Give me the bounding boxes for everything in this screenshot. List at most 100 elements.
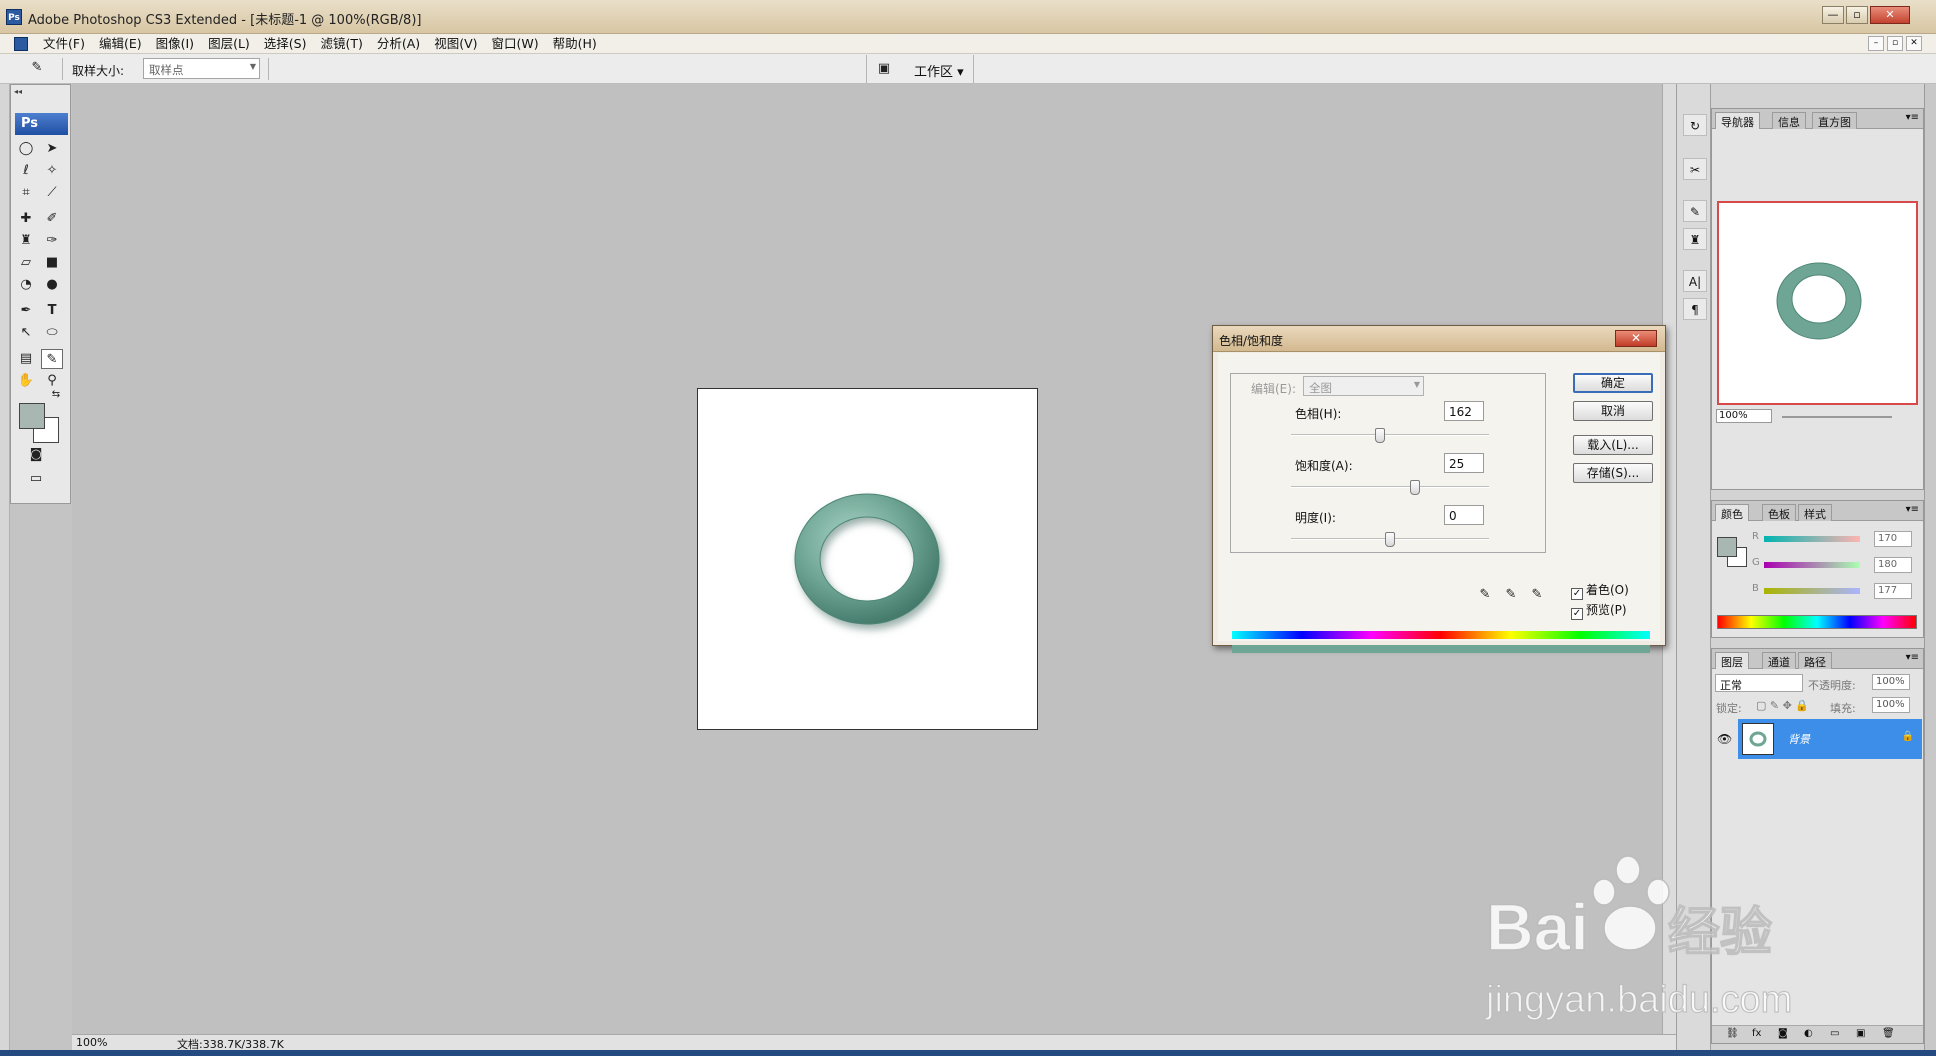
zoom-level[interactable]: 100%	[76, 1036, 107, 1049]
visibility-eye-icon[interactable]: 👁	[1717, 732, 1732, 746]
hue-input[interactable]: 162	[1444, 401, 1484, 421]
path-selection-tool-icon[interactable]: ↖	[15, 323, 37, 343]
bridge-icon[interactable]: ▣	[873, 59, 895, 79]
collapse-icon[interactable]: ◂◂	[14, 87, 22, 96]
lightness-slider-thumb[interactable]	[1385, 532, 1395, 547]
menu-window[interactable]: 窗口(W)	[485, 36, 546, 52]
fill-input[interactable]: 100%	[1872, 697, 1910, 713]
doc-close-button[interactable]: ✕	[1906, 36, 1922, 51]
tab-swatches[interactable]: 色板	[1762, 504, 1796, 521]
slice-tool-icon[interactable]: ⟋	[41, 183, 63, 203]
panel-menu-icon[interactable]: ▾≡	[1906, 504, 1919, 515]
menu-analysis[interactable]: 分析(A)	[370, 36, 427, 52]
workspace-menu[interactable]: 工作区 ▾	[914, 61, 964, 80]
move-tool-icon[interactable]: ➤	[41, 139, 63, 159]
dialog-title-bar[interactable]: 色相/饱和度 ✕	[1213, 326, 1665, 352]
tab-layers[interactable]: 图层	[1715, 652, 1749, 669]
tab-paths[interactable]: 路径	[1798, 652, 1832, 669]
saturation-input[interactable]: 25	[1444, 453, 1484, 473]
minimize-button[interactable]: —	[1822, 6, 1844, 24]
hue-slider-track[interactable]	[1291, 434, 1489, 436]
menu-help[interactable]: 帮助(H)	[546, 36, 604, 52]
history-icon[interactable]: ↻	[1683, 114, 1707, 136]
hue-slider-thumb[interactable]	[1375, 428, 1386, 443]
clone-stamp-tool-icon[interactable]: ♜	[15, 231, 37, 251]
close-button[interactable]: ✕	[1870, 6, 1910, 24]
marquee-tool-icon[interactable]: ◯	[15, 139, 37, 159]
saturation-slider-track[interactable]	[1291, 486, 1489, 488]
brush-tool-icon[interactable]: ✐	[41, 209, 63, 229]
eyedropper-plus-icon[interactable]: ✎	[1500, 585, 1522, 605]
channel-b-slider[interactable]	[1764, 588, 1860, 594]
menu-file[interactable]: 文件(F)	[36, 36, 92, 52]
lock-icons[interactable]: ▢ ✎ ✥ 🔒	[1756, 699, 1809, 712]
layer-row-background[interactable]: 背景 🔒	[1738, 719, 1922, 759]
color-foreground-swatch[interactable]	[1717, 537, 1737, 557]
eyedropper-icon[interactable]: ✎	[1474, 585, 1496, 605]
doc-restore-button[interactable]: ▫	[1887, 36, 1903, 51]
channel-b-input[interactable]: 177	[1874, 583, 1912, 599]
dialog-close-button[interactable]: ✕	[1615, 330, 1657, 347]
tab-navigator[interactable]: 导航器	[1715, 112, 1760, 129]
blend-mode-select[interactable]: 正常	[1715, 674, 1803, 692]
notes-tool-icon[interactable]: ▤	[15, 349, 37, 369]
panel-menu-icon[interactable]: ▾≡	[1906, 652, 1919, 663]
doc-minimize-button[interactable]: –	[1868, 36, 1884, 51]
menu-filter[interactable]: 滤镜(T)	[313, 36, 369, 52]
cancel-button[interactable]: 取消	[1573, 401, 1653, 421]
eyedropper-tool-icon[interactable]: ✎	[41, 349, 63, 369]
maximize-button[interactable]: ▫	[1846, 6, 1868, 24]
tab-channels[interactable]: 通道	[1762, 652, 1796, 669]
color-spectrum[interactable]	[1717, 615, 1917, 629]
type-tool-icon[interactable]: T	[41, 301, 63, 321]
navigator-zoom-input[interactable]: 100%	[1716, 409, 1772, 423]
sample-size-select[interactable]: 取样点 ▼	[143, 58, 260, 79]
crop-tool-icon[interactable]: ⌗	[15, 183, 37, 203]
panel-menu-icon[interactable]: ▾≡	[1906, 112, 1919, 123]
eraser-tool-icon[interactable]: ▱	[15, 253, 37, 273]
navigator-zoom-slider[interactable]	[1782, 416, 1892, 418]
swap-colors-icon[interactable]: ⇆	[45, 385, 67, 405]
shape-tool-icon[interactable]: ⬭	[41, 323, 63, 343]
channel-r-slider[interactable]	[1764, 536, 1860, 542]
gradient-tool-icon[interactable]: ■	[41, 253, 63, 273]
healing-brush-tool-icon[interactable]: ✚	[15, 209, 37, 229]
dodge-tool-icon[interactable]: ●	[41, 275, 63, 295]
pen-tool-icon[interactable]: ✒	[15, 301, 37, 321]
foreground-color-swatch[interactable]	[19, 403, 45, 429]
preview-checkbox[interactable]: ✓ 预览(P)	[1571, 601, 1627, 620]
eyedropper-preset-icon[interactable]: ✎	[26, 58, 48, 78]
paragraph-icon[interactable]: ¶	[1683, 298, 1707, 320]
channel-g-input[interactable]: 180	[1874, 557, 1912, 573]
load-button[interactable]: 载入(L)...	[1573, 435, 1653, 455]
document-canvas[interactable]	[697, 388, 1038, 730]
save-button[interactable]: 存储(S)...	[1573, 463, 1653, 483]
menu-image[interactable]: 图像(I)	[149, 36, 201, 52]
magic-wand-tool-icon[interactable]: ✧	[41, 161, 63, 181]
menu-layer[interactable]: 图层(L)	[201, 36, 257, 52]
tab-color[interactable]: 颜色	[1715, 504, 1749, 521]
quick-mask-icon[interactable]: ◙	[25, 445, 47, 465]
character-icon[interactable]: A|	[1683, 270, 1707, 292]
channel-g-slider[interactable]	[1764, 562, 1860, 568]
menu-select[interactable]: 选择(S)	[257, 36, 314, 52]
menu-view[interactable]: 视图(V)	[427, 36, 484, 52]
hand-tool-icon[interactable]: ✋	[15, 371, 37, 391]
tab-styles[interactable]: 样式	[1798, 504, 1832, 521]
lightness-input[interactable]: 0	[1444, 505, 1484, 525]
navigator-preview[interactable]	[1717, 201, 1918, 405]
document-icon[interactable]	[14, 37, 28, 51]
ok-button[interactable]: 确定	[1573, 373, 1653, 393]
tab-info[interactable]: 信息	[1772, 112, 1806, 129]
menu-edit[interactable]: 编辑(E)	[92, 36, 149, 52]
lasso-tool-icon[interactable]: ℓ	[15, 161, 37, 181]
eyedropper-minus-icon[interactable]: ✎	[1526, 585, 1548, 605]
saturation-slider-thumb[interactable]	[1409, 480, 1420, 495]
history-brush-tool-icon[interactable]: ✑	[41, 231, 63, 251]
tab-histogram[interactable]: 直方图	[1812, 112, 1857, 129]
tool-presets-icon[interactable]: ✂	[1683, 158, 1707, 180]
screen-mode-icon[interactable]: ▭	[25, 469, 47, 489]
clone-source-icon[interactable]: ♜	[1683, 228, 1707, 250]
channel-r-input[interactable]: 170	[1874, 531, 1912, 547]
colorize-checkbox[interactable]: ✓ 着色(O)	[1571, 581, 1629, 600]
